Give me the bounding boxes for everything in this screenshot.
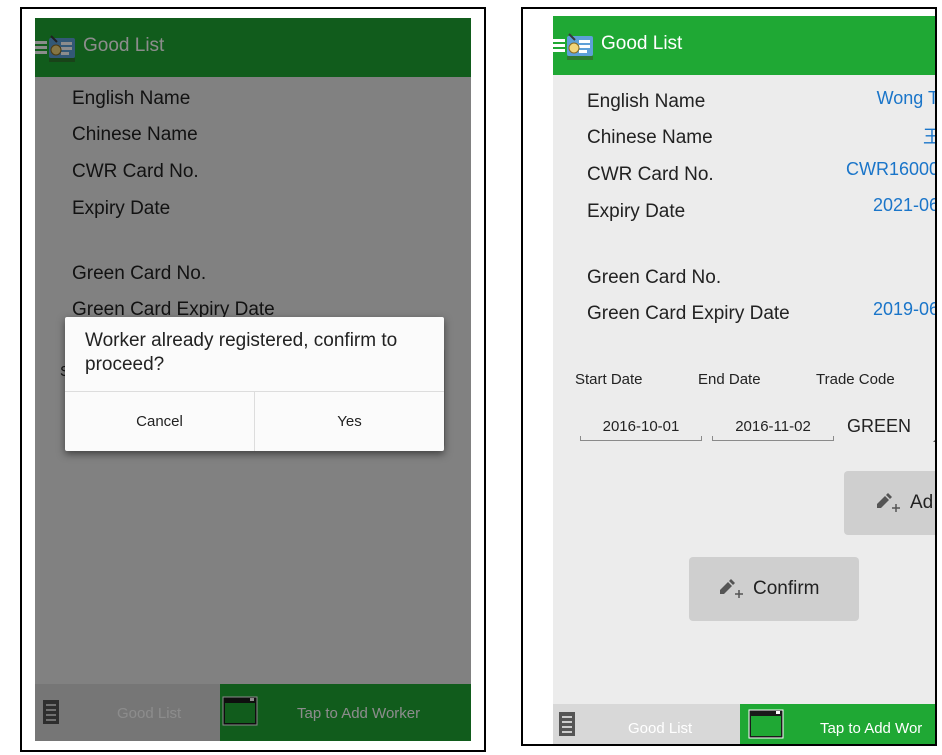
label-green-card-no: Green Card No. [587, 267, 722, 288]
tab-good-list[interactable]: Good List [553, 704, 740, 744]
trade-code-value: GREEN [847, 416, 912, 436]
tab-add-worker[interactable]: Tap to Add Wor [740, 704, 935, 744]
confirm-dialog: Worker already registered, confirm to pr… [65, 317, 444, 451]
yes-button[interactable]: Yes [255, 392, 444, 451]
header-trade-code: Trade Code [816, 371, 895, 388]
tab-good-list-label: Good List [628, 720, 693, 737]
menu-icon[interactable] [553, 39, 565, 53]
label-green-card-expiry: Green Card Expiry Date [587, 303, 790, 324]
app-title: Good List [601, 33, 683, 54]
label-expiry-date: Expiry Date [587, 201, 686, 222]
right-phone-screen: Good List English Name Wong T Chinese Na… [553, 16, 935, 744]
header-start-date: Start Date [575, 371, 643, 388]
bottom-nav: Good List Tap to Add Wor [553, 704, 935, 744]
value-english-name: Wong T [876, 88, 935, 108]
edit-add-icon [877, 493, 900, 512]
app-bar: Good List [553, 16, 935, 75]
window-icon [748, 709, 784, 739]
add-button[interactable]: Ad [844, 471, 935, 535]
value-expiry-date: 2021-06 [872, 195, 935, 215]
confirm-button[interactable]: Confirm [689, 557, 859, 621]
value-chinese-name: 王 [923, 123, 935, 149]
dialog-message: Worker already registered, confirm to pr… [85, 330, 398, 375]
cancel-button[interactable]: Cancel [65, 392, 254, 451]
label-chinese-name: Chinese Name [587, 127, 713, 148]
right-screenshot: Good List English Name Wong T Chinese Na… [521, 7, 937, 746]
add-button-label: Ad [910, 492, 934, 513]
header-end-date: End Date [698, 371, 761, 388]
tab-add-worker-label: Tap to Add Wor [820, 720, 923, 737]
end-date-field[interactable]: 2016-11-02 [712, 401, 834, 449]
left-screenshot: Good List English Name Chinese Name CWR … [20, 7, 486, 752]
value-green-card-expiry: 2019-06 [872, 299, 935, 319]
label-cwr-card-no: CWR Card No. [587, 164, 714, 185]
app-logo-icon [567, 33, 593, 60]
value-cwr-card-no: CWR16000 [845, 159, 935, 179]
start-date-field[interactable]: 2016-10-01 [580, 401, 702, 449]
label-english-name: English Name [587, 91, 706, 112]
list-icon [559, 712, 575, 736]
left-phone-screen: Good List English Name Chinese Name CWR … [35, 18, 471, 741]
edit-add-icon [720, 579, 743, 598]
confirm-button-label: Confirm [753, 578, 820, 599]
trade-code-select[interactable]: GREEN [843, 401, 935, 449]
dropdown-triangle-icon [933, 440, 935, 442]
